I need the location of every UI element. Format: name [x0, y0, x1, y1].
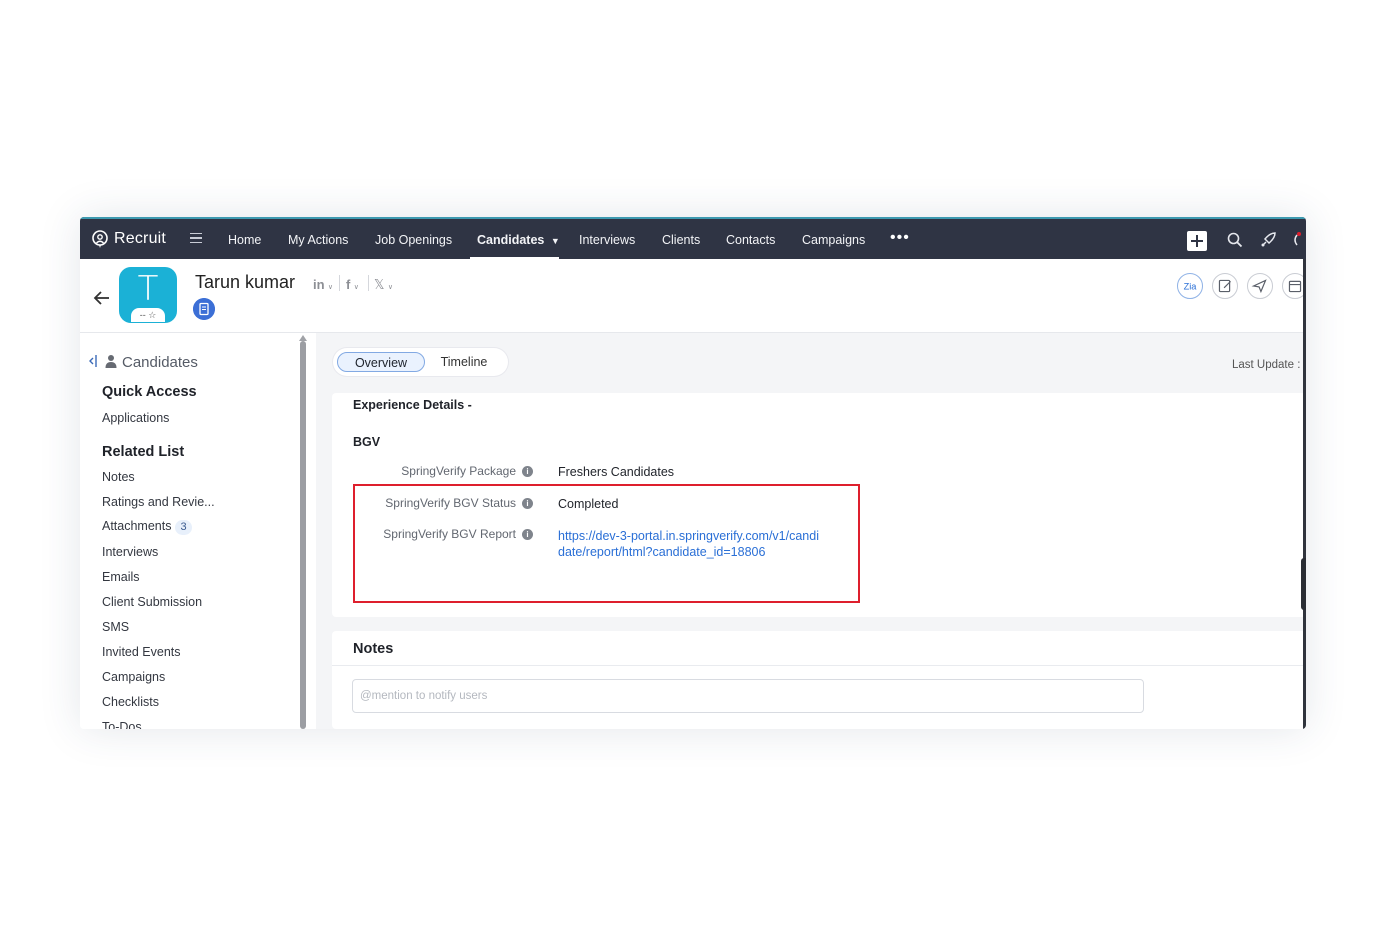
candidate-avatar[interactable]: T -- ☆	[119, 267, 177, 323]
chevron-down-icon: ▼	[550, 236, 560, 246]
rating-stars[interactable]: -- ☆	[131, 308, 165, 322]
notes-title: Notes	[353, 641, 394, 657]
experience-details-title: Experience Details -	[353, 398, 472, 412]
x-label: 𝕏	[374, 277, 385, 292]
last-update-label: Last Update :	[1232, 359, 1301, 371]
chevron-down-icon: ∨	[327, 284, 334, 291]
sidebar-item-invited-events[interactable]: Invited Events	[102, 645, 181, 659]
collapse-sidebar-icon[interactable]	[88, 354, 98, 368]
sidebar-item-campaigns[interactable]: Campaigns	[102, 670, 165, 684]
notification-icon[interactable]	[1290, 231, 1306, 249]
nav-home[interactable]: Home	[228, 233, 261, 247]
sidebar-scrollbar[interactable]	[300, 341, 306, 729]
window-edge	[1303, 259, 1306, 729]
sidebar-item-notes[interactable]: Notes	[102, 470, 135, 484]
x-twitter-icon[interactable]: 𝕏 ∨	[374, 277, 393, 293]
view-tabs: Overview Timeline	[333, 348, 508, 376]
create-new-button[interactable]	[1187, 231, 1207, 251]
tab-overview[interactable]: Overview	[337, 352, 425, 372]
chevron-down-icon: ∨	[387, 284, 393, 291]
candidate-name: Tarun kumar	[195, 272, 296, 292]
active-tab-indicator	[470, 257, 559, 259]
nav-interviews[interactable]: Interviews	[579, 233, 635, 247]
send-icon[interactable]	[1247, 273, 1273, 299]
edit-icon[interactable]	[1212, 273, 1238, 299]
info-icon[interactable]: i	[522, 466, 533, 477]
divider	[339, 275, 340, 291]
chevron-down-icon: ∨	[353, 284, 359, 291]
sidebar-item-sms[interactable]: SMS	[102, 620, 129, 634]
back-arrow-icon[interactable]	[93, 290, 111, 306]
notes-divider	[332, 665, 1306, 666]
document-icon[interactable]	[193, 298, 215, 320]
menu-icon[interactable]	[190, 231, 202, 245]
quick-access-heading: Quick Access	[102, 384, 197, 400]
notes-input[interactable]	[352, 679, 1144, 713]
nav-my-actions[interactable]: My Actions	[288, 233, 348, 247]
sidebar-item-applications[interactable]: Applications	[102, 411, 169, 425]
package-label: SpringVerify Package	[401, 464, 516, 478]
bgv-section-title: BGV	[353, 435, 381, 449]
sidebar-module-title: Candidates	[122, 354, 198, 371]
package-value: Freshers Candidates	[558, 465, 675, 479]
rocket-icon[interactable]	[1259, 231, 1277, 249]
nav-contacts[interactable]: Contacts	[726, 233, 775, 247]
facebook-icon[interactable]: f ∨	[346, 277, 359, 292]
search-icon[interactable]	[1226, 231, 1244, 249]
sidebar-item-emails[interactable]: Emails	[102, 570, 140, 584]
svg-text:Zia: Zia	[1184, 282, 1198, 292]
sidebar-item-label: Attachments	[102, 519, 172, 533]
nav-clients[interactable]: Clients	[662, 233, 700, 247]
divider	[368, 275, 369, 291]
person-icon	[105, 355, 117, 368]
brand-name: Recruit	[114, 230, 167, 247]
recruit-logo-icon	[92, 230, 108, 248]
app-window: Recruit Home My Actions Job Openings Can…	[80, 217, 1306, 729]
nav-candidates[interactable]: Candidates ▼	[477, 233, 560, 247]
nav-campaigns[interactable]: Campaigns	[802, 233, 865, 247]
sidebar-item-checklists[interactable]: Checklists	[102, 695, 159, 709]
facebook-label: f	[346, 277, 351, 292]
highlight-box	[353, 484, 860, 603]
more-menu-icon[interactable]: •••	[890, 229, 910, 247]
nav-job-openings[interactable]: Job Openings	[375, 233, 452, 247]
tab-timeline[interactable]: Timeline	[433, 352, 495, 372]
attachments-count-badge: 3	[175, 520, 192, 535]
sidebar-item-interviews[interactable]: Interviews	[102, 545, 158, 559]
top-navigation-bar: Recruit Home My Actions Job Openings Can…	[80, 217, 1306, 259]
sidebar-item-ratings[interactable]: Ratings and Revie...	[102, 495, 215, 509]
sidebar-item-attachments[interactable]: Attachments 3	[102, 519, 192, 535]
avatar-initial: T	[137, 269, 159, 309]
nav-candidates-label: Candidates	[477, 233, 545, 247]
linkedin-icon[interactable]: in ∨	[313, 277, 333, 292]
side-panel-handle[interactable]	[1301, 558, 1306, 610]
brand[interactable]: Recruit	[90, 229, 166, 249]
linkedin-label: in	[313, 277, 325, 292]
sidebar-item-client-submission[interactable]: Client Submission	[102, 595, 202, 609]
sidebar-item-todos[interactable]: To-Dos	[102, 720, 142, 729]
related-list-heading: Related List	[102, 444, 185, 460]
zia-icon[interactable]: Zia	[1177, 273, 1203, 299]
